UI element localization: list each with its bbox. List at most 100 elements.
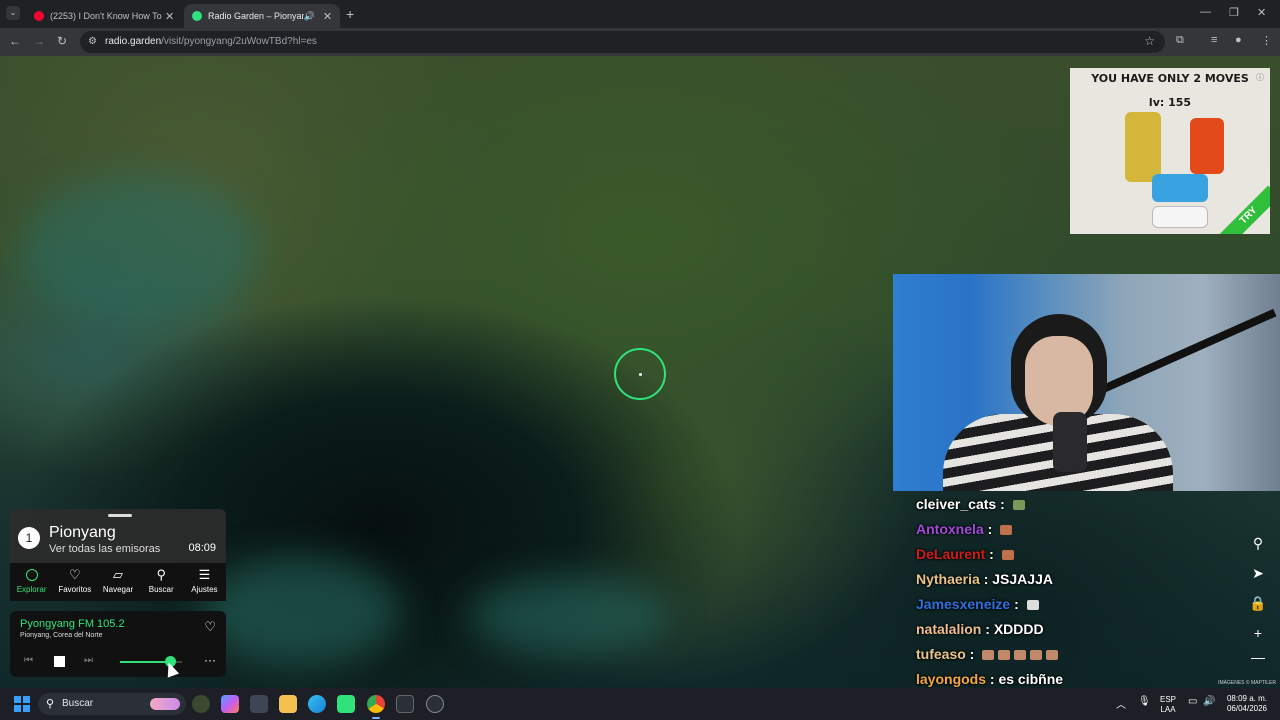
- back-icon[interactable]: ←: [9, 34, 21, 48]
- chat-text: JSJAJJA: [992, 571, 1053, 587]
- lock-icon[interactable]: 🔒: [1247, 592, 1269, 614]
- emote-icon: [998, 650, 1011, 661]
- copilot-icon[interactable]: [221, 695, 239, 713]
- nav-browse[interactable]: ▱ Navegar: [96, 563, 139, 601]
- local-time: 08:09: [188, 542, 216, 554]
- stop-button[interactable]: [54, 656, 65, 667]
- microphone-icon[interactable]: 🎙: [1138, 696, 1151, 707]
- search-icon: ⚲: [46, 698, 55, 710]
- network-icon[interactable]: ▭: [1188, 696, 1197, 707]
- chat-message: Antoxnela :: [916, 521, 1216, 546]
- see-all-stations-link[interactable]: Ver todas las emisoras: [49, 543, 160, 555]
- kick-icon[interactable]: [337, 695, 355, 713]
- nav-label: Explorar: [16, 585, 47, 594]
- file-explorer-icon[interactable]: [279, 695, 297, 713]
- tab-search-button[interactable]: ⌄: [6, 6, 20, 20]
- media-controls-icon[interactable]: ≡: [1211, 34, 1217, 46]
- language-bottom: LAA: [1160, 705, 1176, 714]
- map-icon: ▱: [113, 567, 123, 582]
- restore-icon[interactable]: ❐: [1229, 6, 1239, 19]
- tab-youtube[interactable]: (2253) I Don't Know How To Lo ✕: [26, 4, 182, 28]
- chat-message: Jamesxeneize :: [916, 596, 1216, 621]
- city-name[interactable]: Pionyang: [49, 524, 116, 542]
- url-text: radio.garden/visit/pyongyang/2uWowTBd?hl…: [105, 36, 317, 47]
- zoom-in-icon[interactable]: +: [1247, 622, 1269, 644]
- clock-date: 06/04/2026: [1226, 704, 1268, 713]
- close-tab-icon[interactable]: ✕: [163, 10, 176, 23]
- tab-radio-garden[interactable]: Radio Garden – Pionyang 🔊 ✕: [184, 4, 340, 28]
- obs-icon[interactable]: [426, 695, 444, 713]
- edge-icon[interactable]: [308, 695, 326, 713]
- close-window-icon[interactable]: ✕: [1257, 6, 1266, 19]
- emote-icon: [1000, 525, 1013, 536]
- nav-favorites[interactable]: ♡ Favoritos: [53, 563, 96, 601]
- previous-icon[interactable]: ⏮: [24, 655, 33, 666]
- emote-icon: [982, 650, 995, 661]
- chat-message: tufeaso :: [916, 646, 1216, 671]
- city-card[interactable]: 1 Pionyang Ver todas las emisoras 08:09: [10, 509, 226, 563]
- language-top: ESP: [1159, 695, 1176, 704]
- nav-search[interactable]: ⚲ Buscar: [140, 563, 183, 601]
- chat-text: XDDDD: [993, 621, 1044, 637]
- browser-toolbar: ← → ↻ ⚙ radio.garden/visit/pyongyang/2uW…: [0, 28, 1280, 56]
- chat-user: layongods: [916, 671, 987, 687]
- forward-icon[interactable]: →: [33, 34, 45, 48]
- mic-arm: [1081, 308, 1277, 402]
- tray-overflow-icon[interactable]: ︿: [1116, 696, 1126, 711]
- explore-icon: [10, 563, 53, 583]
- next-icon[interactable]: ⏭: [84, 655, 93, 666]
- sea-shallow: [470, 576, 670, 656]
- places-icon[interactable]: ⚲: [1247, 532, 1269, 554]
- bookmark-star-icon[interactable]: ☆: [1144, 34, 1155, 48]
- minimize-icon[interactable]: —: [1200, 6, 1211, 18]
- close-tab-icon[interactable]: ✕: [321, 10, 334, 23]
- store-icon[interactable]: [250, 695, 268, 713]
- browser-menu-icon[interactable]: ⋮: [1261, 34, 1272, 47]
- zoom-out-icon[interactable]: —: [1247, 646, 1269, 668]
- taskbar-search-label: Buscar: [62, 698, 94, 709]
- taskbar: ⚲ Buscar ︿ 🎙 ESP LAA ▭ 🔊 08:09 a. m. 06/…: [0, 688, 1280, 720]
- map-credit: IMÁGENES © MAPTILER: [1218, 680, 1276, 686]
- ad-info-icon[interactable]: ⓘ: [1256, 72, 1264, 83]
- microphone: [1053, 412, 1087, 472]
- profile-avatar-icon[interactable]: ●: [1235, 34, 1242, 46]
- speaker-icon[interactable]: 🔊: [304, 11, 315, 22]
- drag-handle[interactable]: [108, 514, 132, 517]
- language-indicator[interactable]: ESP LAA: [1158, 695, 1178, 715]
- ad-try-button[interactable]: TRY: [1218, 185, 1270, 234]
- advertisement[interactable]: YOU HAVE ONLY 2 MOVES ⓘ lv: 155 TRY: [1070, 68, 1270, 234]
- emote-icon: [1001, 550, 1014, 561]
- chat-user: cleiver_cats: [916, 496, 997, 512]
- clock[interactable]: 08:09 a. m. 06/04/2026: [1222, 694, 1272, 714]
- tab-title: Radio Garden – Pionyang: [208, 11, 304, 21]
- locate-me-icon[interactable]: ➤: [1247, 562, 1269, 584]
- sea-shallow: [20, 176, 260, 326]
- nav-label: Buscar: [148, 585, 174, 594]
- favorite-heart-icon[interactable]: ♡: [204, 619, 216, 635]
- nav-settings[interactable]: ☰ Ajustes: [183, 563, 226, 601]
- nav-label: Navegar: [102, 585, 134, 594]
- location-dot: [639, 373, 642, 376]
- app-icon[interactable]: [192, 695, 210, 713]
- ad-headline: YOU HAVE ONLY 2 MOVES: [1091, 72, 1249, 85]
- new-tab-button[interactable]: +: [346, 6, 354, 22]
- nav-explore[interactable]: Explorar: [10, 563, 53, 601]
- radio-garden-favicon-icon: [192, 11, 202, 21]
- taskbar-search[interactable]: ⚲ Buscar: [38, 693, 186, 715]
- location-marker[interactable]: [614, 348, 666, 400]
- chrome-icon[interactable]: [367, 695, 385, 719]
- emote-icon: [1030, 650, 1043, 661]
- tab-title: (2253) I Don't Know How To Lo: [50, 11, 164, 21]
- reload-icon[interactable]: ↻: [57, 34, 67, 48]
- emote-icon: [1014, 650, 1027, 661]
- extensions-icon[interactable]: ⧉: [1176, 34, 1184, 47]
- site-info-icon[interactable]: ⚙: [88, 36, 97, 47]
- station-name[interactable]: Pyongyang FM 105.2: [20, 618, 125, 630]
- address-bar[interactable]: ⚙ radio.garden/visit/pyongyang/2uWowTBd?…: [80, 31, 1165, 53]
- window-app-icon[interactable]: [396, 695, 414, 713]
- nav-label: Ajustes: [191, 585, 218, 594]
- volume-icon[interactable]: 🔊: [1203, 696, 1215, 707]
- browser-tab-bar: ⌄ (2253) I Don't Know How To Lo ✕ Radio …: [0, 0, 1280, 28]
- more-options-icon[interactable]: ···: [204, 653, 216, 667]
- windows-start-icon[interactable]: [14, 696, 30, 712]
